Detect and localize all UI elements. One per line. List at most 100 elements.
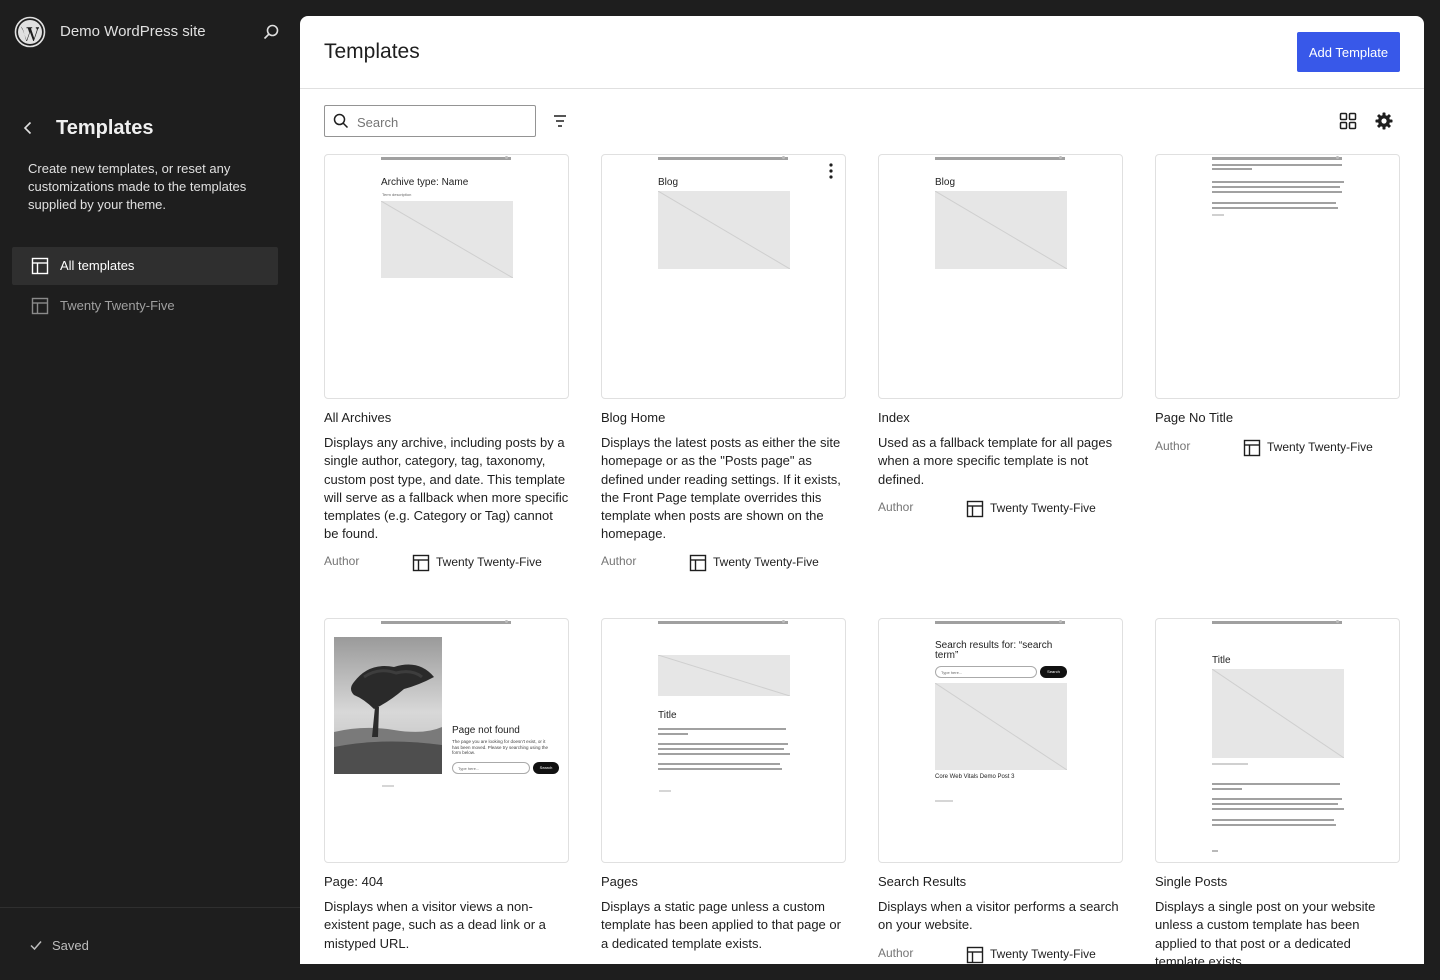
- preview-dot: [782, 620, 785, 623]
- preview-dot: [1059, 156, 1062, 159]
- preview-search-button: Search: [533, 762, 559, 774]
- chevron-left-icon[interactable]: [18, 118, 38, 138]
- preview-subtitle: Term description: [382, 192, 412, 197]
- preview-heading: Blog: [658, 177, 679, 188]
- more-vertical-icon[interactable]: [821, 161, 841, 181]
- template-preview[interactable]: Page not found The page you are looking …: [324, 618, 569, 863]
- add-template-button[interactable]: Add Template: [1297, 32, 1400, 72]
- search-input[interactable]: [357, 112, 527, 132]
- image-placeholder: [935, 191, 1067, 269]
- template-meta: Author Twenty Twenty-Five: [878, 946, 1123, 964]
- author-label: Author: [324, 554, 360, 568]
- theme-name: Twenty Twenty-Five: [990, 501, 1096, 515]
- template-preview[interactable]: Blog: [878, 154, 1123, 399]
- sidebar-item-twenty-twenty-five[interactable]: Twenty Twenty-Five: [12, 287, 278, 325]
- search-icon: [333, 113, 349, 129]
- preview-heading: Title: [1212, 655, 1231, 666]
- preview-dot: [505, 620, 508, 623]
- layout-icon: [31, 257, 49, 275]
- search-icon[interactable]: [262, 23, 280, 41]
- preview-footer-line: [935, 800, 953, 802]
- preview-header: [935, 621, 1065, 624]
- template-title[interactable]: Page No Title: [1155, 410, 1233, 425]
- preview-header: [381, 621, 511, 624]
- template-preview[interactable]: Blog: [601, 154, 846, 399]
- preview-heading: Title: [658, 710, 677, 721]
- template-title[interactable]: Blog Home: [601, 410, 665, 425]
- preview-text-line: [1212, 808, 1344, 810]
- author-label: Author: [878, 500, 914, 514]
- layout-icon: [966, 500, 984, 518]
- preview-header: [658, 157, 788, 160]
- preview-text-line: [1212, 763, 1248, 765]
- template-meta: Author Twenty Twenty-Five: [1155, 439, 1400, 459]
- layout-icon: [412, 554, 430, 572]
- preview-header: [658, 621, 788, 624]
- grid-view-icon[interactable]: [1338, 111, 1358, 131]
- template-title[interactable]: Single Posts: [1155, 874, 1227, 889]
- site-hub: Demo WordPress site: [0, 0, 300, 64]
- search-field[interactable]: [324, 105, 536, 137]
- preview-text-line: [1212, 191, 1342, 193]
- preview-input: Type here...: [935, 666, 1037, 678]
- author-label: Author: [601, 554, 637, 568]
- sidebar-description: Create new templates, or reset any custo…: [28, 161, 247, 212]
- template-description: Displays a static page unless a custom t…: [601, 899, 841, 951]
- filter-icon[interactable]: [550, 112, 570, 130]
- preview-heading: Search results for: “search term”: [935, 640, 1053, 661]
- template-preview[interactable]: Title: [1155, 618, 1400, 863]
- template-title[interactable]: Page: 404: [324, 874, 383, 889]
- preview-heading: Page not found: [452, 725, 520, 736]
- template-description: Used as a fallback template for all page…: [878, 435, 1113, 487]
- template-preview[interactable]: [1155, 154, 1400, 399]
- image-placeholder: [658, 655, 790, 696]
- template-preview[interactable]: Title: [601, 618, 846, 863]
- preview-text-line: [1212, 168, 1252, 170]
- template-preview[interactable]: Archive type: Name Term description: [324, 154, 569, 399]
- page-header: Templates Add Template: [300, 16, 1424, 89]
- preview-text-line: [1212, 186, 1340, 188]
- theme-name: Twenty Twenty-Five: [713, 555, 819, 569]
- preview-dot: [505, 156, 508, 159]
- image-placeholder: [1212, 669, 1344, 758]
- preview-header: [1212, 157, 1342, 160]
- template-title[interactable]: Pages: [601, 874, 638, 889]
- preview-text-line: [658, 768, 782, 770]
- gear-icon[interactable]: [1374, 111, 1394, 131]
- preview-header: [381, 157, 511, 160]
- theme-name: Twenty Twenty-Five: [1267, 440, 1373, 454]
- layout-icon: [966, 946, 984, 964]
- preview-text-line: [658, 763, 780, 765]
- layout-icon: [31, 297, 49, 315]
- preview-text-line: [1212, 788, 1242, 790]
- image-placeholder: [658, 191, 790, 269]
- preview-text-line: [1212, 850, 1218, 852]
- image-placeholder: [935, 683, 1067, 770]
- template-title[interactable]: Search Results: [878, 874, 966, 889]
- template-meta: Author Twenty Twenty-Five: [324, 554, 569, 574]
- sidebar-item-label: Twenty Twenty-Five: [60, 298, 175, 313]
- preview-text-line: [1212, 181, 1344, 183]
- image-placeholder: [381, 201, 513, 278]
- preview-search-button: Search: [1040, 666, 1067, 678]
- save-status: Saved: [52, 938, 89, 953]
- template-preview[interactable]: Search results for: “search term” Type h…: [878, 618, 1123, 863]
- template-description: Displays the latest posts as either the …: [601, 435, 841, 542]
- template-title[interactable]: Index: [878, 410, 910, 425]
- preview-text-line: [1212, 207, 1338, 209]
- preview-text-line: [1212, 164, 1342, 166]
- preview-text-line: [1212, 214, 1224, 216]
- template-title[interactable]: All Archives: [324, 410, 391, 425]
- wordpress-logo-icon[interactable]: [14, 16, 46, 48]
- theme-name: Twenty Twenty-Five: [990, 947, 1096, 961]
- preview-text-line: [1212, 202, 1336, 204]
- preview-text-line: [658, 748, 784, 750]
- site-name[interactable]: Demo WordPress site: [60, 23, 206, 40]
- sidebar-title: Templates: [56, 117, 154, 139]
- sidebar-item-all-templates[interactable]: All templates: [12, 247, 278, 285]
- layout-icon: [1243, 439, 1261, 457]
- main-panel: Templates Add Template Search Archive ty…: [300, 16, 1424, 964]
- preview-dot: [1059, 620, 1062, 623]
- tree-photo: [334, 637, 442, 774]
- preview-heading: Archive type: Name: [381, 177, 469, 188]
